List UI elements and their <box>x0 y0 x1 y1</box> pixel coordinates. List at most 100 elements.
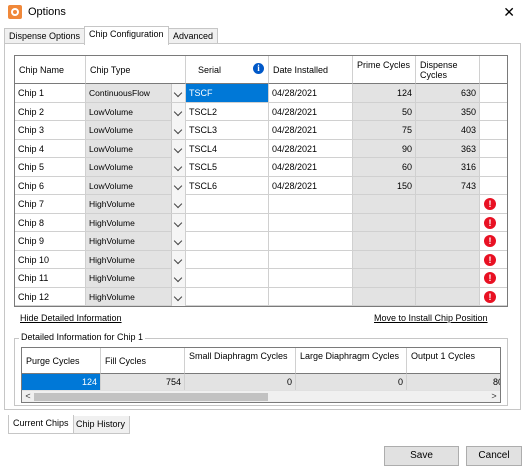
chip-type-select[interactable]: HighVolume <box>86 269 186 288</box>
chevron-down-icon[interactable] <box>171 84 185 102</box>
chevron-down-icon[interactable] <box>171 158 185 176</box>
chevron-down-icon[interactable] <box>171 139 185 158</box>
date-installed-cell[interactable] <box>269 287 353 306</box>
horizontal-scrollbar[interactable]: < > <box>22 390 500 402</box>
chip-type-select[interactable]: LowVolume <box>86 102 186 121</box>
table-row[interactable]: Chip 6 LowVolume TSCL6 04/28/2021 150 743 <box>15 176 507 195</box>
date-installed-cell[interactable]: 04/28/2021 <box>269 84 353 103</box>
chevron-down-icon[interactable] <box>171 269 185 287</box>
purge-cycles-value[interactable]: 124 <box>22 374 101 391</box>
chip-type-select[interactable]: LowVolume <box>86 121 186 140</box>
tab-current-chips[interactable]: Current Chips <box>8 415 74 434</box>
table-row[interactable]: Chip 2 LowVolume TSCL2 04/28/2021 50 350 <box>15 102 507 121</box>
col-prime-cycles[interactable]: Prime Cycles <box>353 56 416 84</box>
table-row[interactable]: Chip 1 ContinuousFlow TSCF 04/28/2021 124 630 <box>15 84 507 103</box>
table-row[interactable]: Chip 4 LowVolume TSCL4 04/28/2021 90 363 <box>15 139 507 158</box>
col-large-diaphragm-cycles[interactable]: Large Diaphragm Cycles <box>296 348 407 374</box>
table-row[interactable]: Chip 9 HighVolume! <box>15 232 507 251</box>
large-diaphragm-cycles-value[interactable]: 0 <box>296 374 407 391</box>
chip-name-cell[interactable]: Chip 10 <box>15 250 86 269</box>
table-row[interactable]: Chip 8 HighVolume! <box>15 213 507 232</box>
date-installed-cell[interactable] <box>269 250 353 269</box>
chip-type-select[interactable]: ContinuousFlow <box>86 84 186 103</box>
col-small-diaphragm-cycles[interactable]: Small Diaphragm Cycles <box>185 348 296 374</box>
col-fill-cycles[interactable]: Fill Cycles <box>101 348 185 374</box>
date-installed-cell[interactable] <box>269 269 353 288</box>
col-date-installed[interactable]: Date Installed <box>269 56 353 84</box>
col-output-1-cycles[interactable]: Output 1 Cycles <box>407 348 500 374</box>
chip-name-cell[interactable]: Chip 1 <box>15 84 86 103</box>
date-installed-cell[interactable]: 04/28/2021 <box>269 176 353 195</box>
chip-name-cell[interactable]: Chip 4 <box>15 139 86 158</box>
chip-type-select[interactable]: HighVolume <box>86 232 186 251</box>
scroll-right-icon[interactable]: > <box>488 391 500 402</box>
output-1-cycles-value[interactable]: 80 <box>407 374 500 391</box>
error-icon[interactable]: ! <box>484 290 496 303</box>
small-diaphragm-cycles-value[interactable]: 0 <box>185 374 296 391</box>
chevron-down-icon[interactable] <box>171 121 185 139</box>
tab-chip-history[interactable]: Chip History <box>71 416 131 434</box>
chip-type-select[interactable]: LowVolume <box>86 139 186 158</box>
chip-type-select[interactable]: HighVolume <box>86 195 186 214</box>
tab-advanced[interactable]: Advanced <box>168 28 219 44</box>
serial-cell[interactable] <box>186 195 269 214</box>
serial-cell[interactable]: TSCL4 <box>186 139 269 158</box>
move-to-install-chip-position-link[interactable]: Move to Install Chip Position <box>374 313 488 323</box>
chip-name-cell[interactable]: Chip 8 <box>15 213 86 232</box>
error-icon[interactable]: ! <box>484 272 496 284</box>
chip-type-select[interactable]: HighVolume <box>86 287 186 306</box>
tab-dispense-options[interactable]: Dispense Options <box>4 28 86 44</box>
serial-cell[interactable] <box>186 213 269 232</box>
chevron-down-icon[interactable] <box>171 213 185 232</box>
chevron-down-icon[interactable] <box>171 195 185 213</box>
save-button[interactable]: Save <box>384 446 459 466</box>
date-installed-cell[interactable]: 04/28/2021 <box>269 139 353 158</box>
table-row[interactable]: Chip 7 HighVolume! <box>15 195 507 214</box>
serial-cell[interactable]: TSCL5 <box>186 158 269 177</box>
chevron-down-icon[interactable] <box>171 176 185 195</box>
date-installed-cell[interactable] <box>269 213 353 232</box>
chip-name-cell[interactable]: Chip 6 <box>15 176 86 195</box>
error-icon[interactable]: ! <box>484 253 496 266</box>
fill-cycles-value[interactable]: 754 <box>101 374 185 391</box>
error-icon[interactable]: ! <box>484 216 496 229</box>
chip-name-cell[interactable]: Chip 11 <box>15 269 86 288</box>
table-row[interactable]: Chip 5 LowVolume TSCL5 04/28/2021 60 316 <box>15 158 507 177</box>
col-serial[interactable]: Serial i <box>186 56 269 84</box>
serial-cell[interactable] <box>186 269 269 288</box>
scroll-left-icon[interactable]: < <box>22 391 34 402</box>
error-icon[interactable]: ! <box>484 198 496 210</box>
chip-name-cell[interactable]: Chip 12 <box>15 287 86 306</box>
date-installed-cell[interactable] <box>269 232 353 251</box>
date-installed-cell[interactable]: 04/28/2021 <box>269 121 353 140</box>
col-chip-name[interactable]: Chip Name <box>15 56 86 84</box>
close-button[interactable]: ✕ <box>503 4 515 21</box>
serial-cell[interactable] <box>186 287 269 306</box>
date-installed-cell[interactable] <box>269 195 353 214</box>
chevron-down-icon[interactable] <box>171 102 185 121</box>
serial-cell[interactable] <box>186 232 269 251</box>
chip-type-select[interactable]: HighVolume <box>86 213 186 232</box>
info-icon[interactable]: i <box>253 63 264 74</box>
chevron-down-icon[interactable] <box>171 250 185 269</box>
chip-type-select[interactable]: LowVolume <box>86 158 186 177</box>
cancel-button[interactable]: Cancel <box>466 446 522 466</box>
serial-cell[interactable]: TSCL2 <box>186 102 269 121</box>
hide-detailed-information-link[interactable]: Hide Detailed Information <box>20 313 122 323</box>
serial-cell[interactable] <box>186 250 269 269</box>
chevron-down-icon[interactable] <box>171 232 185 250</box>
table-row[interactable]: Chip 11 HighVolume! <box>15 269 507 288</box>
table-row[interactable]: Chip 12 HighVolume! <box>15 287 507 306</box>
col-chip-type[interactable]: Chip Type <box>86 56 186 84</box>
chevron-down-icon[interactable] <box>171 287 185 306</box>
col-dispense-cycles[interactable]: Dispense Cycles <box>416 56 480 84</box>
chip-name-cell[interactable]: Chip 3 <box>15 121 86 140</box>
scroll-thumb[interactable] <box>34 393 268 401</box>
table-row[interactable]: Chip 10 HighVolume! <box>15 250 507 269</box>
serial-cell[interactable]: TSCF <box>186 84 269 103</box>
date-installed-cell[interactable]: 04/28/2021 <box>269 102 353 121</box>
serial-cell[interactable]: TSCL3 <box>186 121 269 140</box>
chip-type-select[interactable]: LowVolume <box>86 176 186 195</box>
chip-name-cell[interactable]: Chip 5 <box>15 158 86 177</box>
chip-name-cell[interactable]: Chip 7 <box>15 195 86 214</box>
